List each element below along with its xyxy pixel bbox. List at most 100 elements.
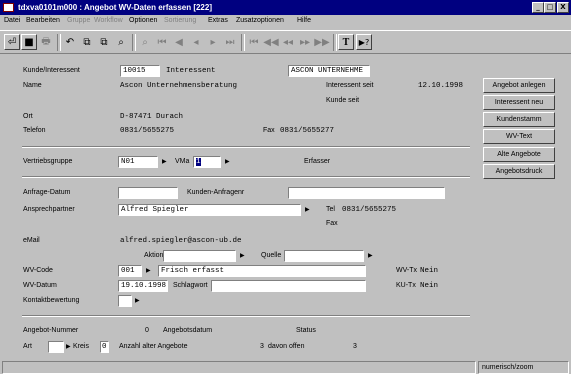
title-bar: tdxva0101m000 : Angebot WV-Daten erfasse…: [0, 0, 571, 15]
next-record-icon[interactable]: ▸: [205, 34, 221, 50]
name-label: Name: [23, 82, 42, 89]
schlagwort-field[interactable]: [211, 280, 366, 292]
group-first-icon[interactable]: ⏮: [246, 34, 262, 50]
ansprechpartner-field[interactable]: Alfred Spiegler: [118, 204, 301, 216]
fax-label: Fax: [263, 127, 275, 134]
interessent-neu-button[interactable]: Interessent neu: [483, 95, 555, 110]
vma-field[interactable]: 1: [193, 156, 221, 168]
first-record-icon[interactable]: ⏮: [154, 34, 170, 50]
kunden-anfragenr-field[interactable]: [288, 187, 445, 199]
art-zoom-icon[interactable]: ▶: [66, 343, 71, 350]
angebot-nummer-label: Angebot-Nummer: [23, 327, 79, 334]
menu-workflow[interactable]: Workflow: [94, 17, 123, 24]
search-icon[interactable]: ⌕: [137, 34, 153, 50]
ort-label: Ort: [23, 113, 33, 120]
kunde-field[interactable]: 10015: [120, 65, 160, 77]
separator: [22, 315, 470, 317]
tel-label: Tel: [326, 206, 335, 213]
wv-code-field[interactable]: 001: [118, 265, 142, 277]
menu-optionen[interactable]: Optionen: [129, 17, 157, 24]
minimize-button[interactable]: _: [532, 2, 544, 13]
vma-zoom-icon[interactable]: ▶: [225, 158, 230, 165]
paste-icon[interactable]: ⧉: [96, 34, 112, 50]
fax2-label: Fax: [326, 220, 338, 227]
toolbar-separator: [333, 34, 337, 51]
group-prev-page-icon[interactable]: ◀◀: [263, 34, 279, 50]
telefon-value: 0831/5655275: [120, 127, 175, 135]
angebotsdruck-button[interactable]: Angebotsdruck: [483, 164, 555, 179]
anzahl-alter-angebote-label: Anzahl alter Angebote: [119, 343, 188, 350]
print-icon[interactable]: 🖶: [38, 34, 54, 50]
prev-page-icon[interactable]: ◀: [171, 34, 187, 50]
toolbar: ⏎ ■ 🖶 ↶ ⧉ ⧉ ⌕ ⌕ ⏮ ◀ ◂ ▸ ⏭ ⏮ ◀◀ ◂◂ ▸▸ ▶▶ …: [0, 30, 571, 54]
art-field[interactable]: [48, 341, 64, 353]
vertriebsgruppe-field[interactable]: N01: [118, 156, 158, 168]
telefon-label: Telefon: [23, 127, 46, 134]
last-record-icon[interactable]: ⏭: [222, 34, 238, 50]
kreis-field[interactable]: 0: [100, 341, 109, 353]
kontaktbewertung-label: Kontaktbewertung: [23, 297, 80, 304]
menu-hilfe[interactable]: Hilfe: [297, 17, 311, 24]
anzahl-alter-angebote-value: 3: [260, 343, 264, 350]
kontaktbewertung-zoom-icon[interactable]: ▶: [135, 297, 140, 304]
anfrage-datum-field[interactable]: [118, 187, 178, 199]
toolbar-separator: [241, 34, 245, 51]
art-label: Art: [23, 343, 32, 350]
kundenstamm-button[interactable]: Kundenstamm: [483, 112, 555, 127]
ku-tx-label: KU-Tx: [396, 282, 416, 289]
status-bar-mode: numerisch/zoom: [478, 361, 569, 374]
text-icon[interactable]: T: [338, 34, 354, 50]
aktion-zoom-icon[interactable]: ▶: [240, 252, 245, 259]
kunde-seit-label: Kunde seit: [326, 97, 360, 104]
menu-extras[interactable]: Extras: [208, 17, 228, 24]
exit-icon[interactable]: ⏎: [4, 34, 20, 50]
wv-datum-label: WV-Datum: [23, 282, 57, 289]
fax-value: 0831/5655277: [280, 127, 335, 135]
ku-tx-value: Nein: [420, 282, 439, 290]
wv-code-label: WV-Code: [23, 267, 53, 274]
wv-tx-value: Nein: [420, 267, 439, 275]
toolbar-separator: [132, 34, 136, 51]
copy-icon[interactable]: ⧉: [79, 34, 95, 50]
wv-code-zoom-icon[interactable]: ▶: [146, 267, 151, 274]
vertriebsgruppe-zoom-icon[interactable]: ▶: [162, 158, 167, 165]
quelle-label: Quelle: [261, 252, 282, 259]
menu-datei[interactable]: Datei: [4, 17, 20, 24]
davon-offen-value: 3: [353, 343, 357, 350]
name-value: Ascon Unternehmensberatung: [120, 82, 238, 90]
help-icon[interactable]: ▶?: [356, 34, 372, 50]
wv-text-button[interactable]: WV-Text: [483, 129, 555, 144]
group-next-icon[interactable]: ▸▸: [297, 34, 313, 50]
maximize-button[interactable]: □: [544, 2, 556, 13]
interessent-seit-value: 12.10.1998: [418, 82, 464, 90]
kontaktbewertung-field[interactable]: [118, 295, 132, 307]
erfasser-label: Erfasser: [304, 158, 331, 165]
prev-record-icon[interactable]: ◂: [188, 34, 204, 50]
save-icon[interactable]: ■: [21, 34, 37, 50]
menu-sortierung[interactable]: Sortierung: [164, 17, 196, 24]
angebot-anlegen-button[interactable]: Angebot anlegen: [483, 78, 555, 93]
quelle-field[interactable]: [284, 250, 364, 262]
kunde-short-field[interactable]: ASCON UNTERNEHME: [288, 65, 370, 77]
group-prev-icon[interactable]: ◂◂: [280, 34, 296, 50]
group-last-icon[interactable]: ▶▶: [314, 34, 330, 50]
ansprechpartner-zoom-icon[interactable]: ▶: [305, 206, 310, 213]
alte-angebote-button[interactable]: Alte Angebote: [483, 147, 555, 162]
find-icon[interactable]: ⌕: [113, 34, 129, 50]
wv-datum-field[interactable]: 19.10.1998: [118, 280, 168, 292]
menu-bearbeiten[interactable]: Bearbeiten: [26, 17, 60, 24]
aktion-field[interactable]: [163, 250, 236, 262]
vma-value: 1: [196, 158, 201, 166]
toolbar-separator: [57, 34, 61, 51]
menu-zusatzoptionen[interactable]: Zusatzoptionen: [236, 17, 284, 24]
davon-offen-label: davon offen: [268, 343, 305, 350]
interessent-seit-label: Interessent seit: [326, 82, 374, 89]
quelle-zoom-icon[interactable]: ▶: [368, 252, 373, 259]
menu-gruppe[interactable]: Gruppe: [67, 17, 90, 24]
kreis-label: Kreis: [73, 343, 89, 350]
vertriebsgruppe-label: Vertriebsgruppe: [23, 158, 73, 165]
kunde-label: Kunde/Interessent: [23, 67, 80, 74]
undo-icon[interactable]: ↶: [62, 34, 78, 50]
close-button[interactable]: X: [557, 2, 569, 13]
ort-value: D-87471 Durach: [120, 113, 184, 121]
